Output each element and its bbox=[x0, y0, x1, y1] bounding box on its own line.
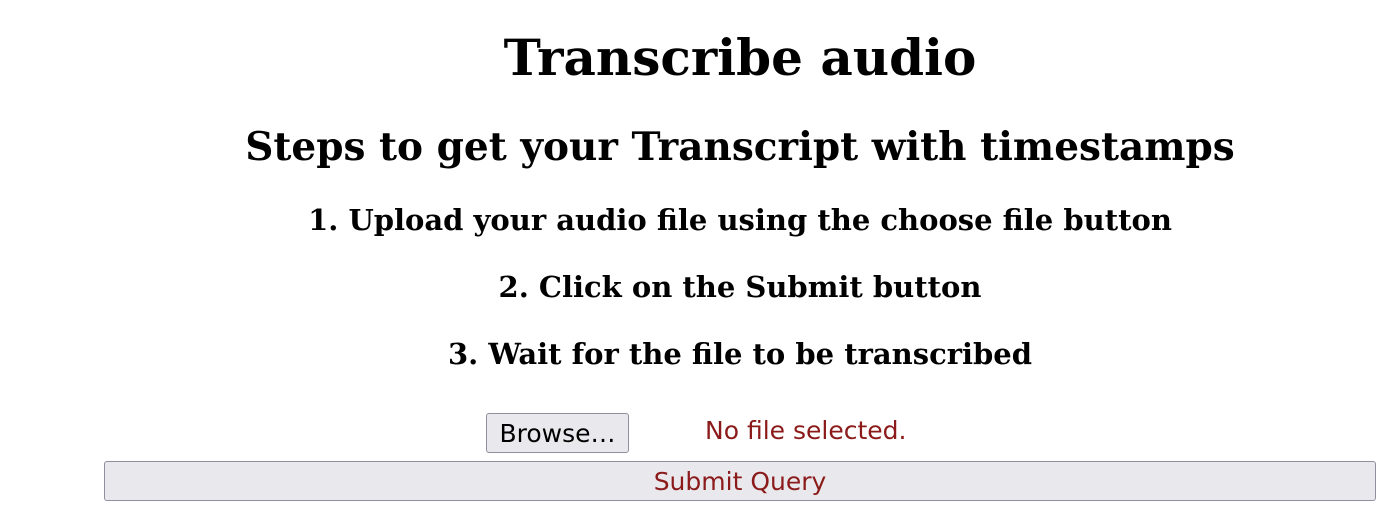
browse-button[interactable]: Browse… bbox=[486, 413, 629, 453]
file-status: No file selected. bbox=[705, 416, 907, 445]
step-1: 1. Upload your audio file using the choo… bbox=[308, 203, 1172, 237]
step-3: 3. Wait for the file to be transcribed bbox=[447, 337, 1033, 371]
page-title: Transcribe audio bbox=[503, 28, 977, 87]
step-2: 2. Click on the Submit button bbox=[498, 270, 982, 304]
submit-button[interactable]: Submit Query bbox=[104, 461, 1376, 501]
page-subtitle: Steps to get your Transcript with timest… bbox=[245, 124, 1235, 170]
